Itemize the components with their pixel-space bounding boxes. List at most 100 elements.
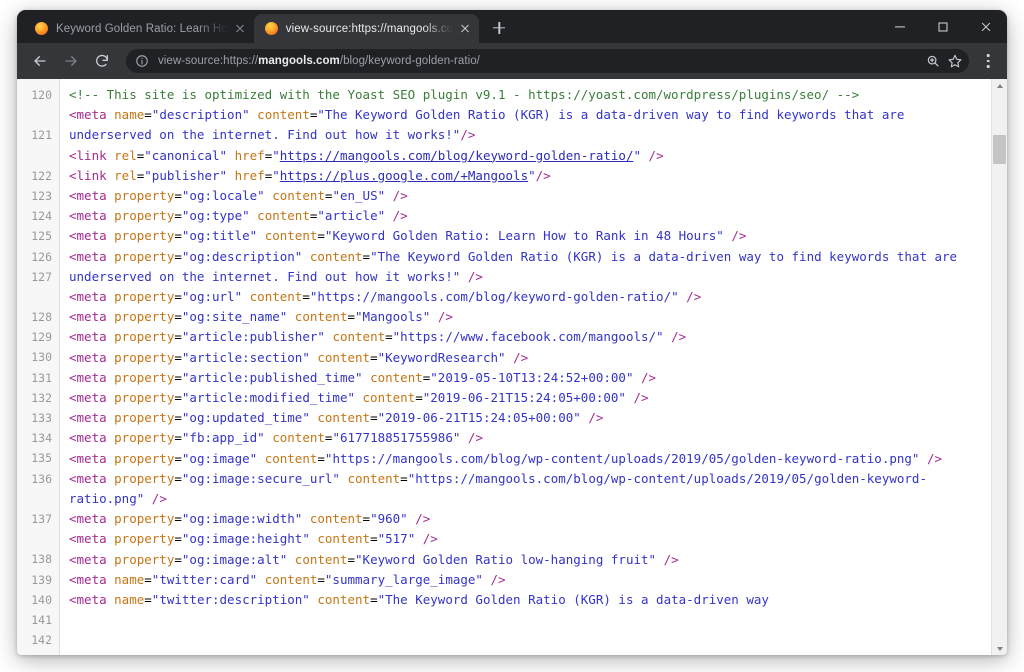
code-token-tag: /> <box>513 349 529 365</box>
code-token-val: "Mangools" <box>355 309 431 325</box>
code-token-punct: = <box>370 592 378 608</box>
code-token-attr: content <box>257 107 310 123</box>
omnibox-actions <box>921 51 965 71</box>
star-icon[interactable] <box>945 51 965 71</box>
code-token-attr: name <box>114 592 145 608</box>
code-token-tag: /> <box>663 551 679 567</box>
code-token-val: "article:section" <box>181 349 310 365</box>
line-number: 120 <box>31 88 52 102</box>
minimize-window-button[interactable] <box>878 10 921 43</box>
vertical-scrollbar[interactable] <box>991 79 1007 655</box>
maximize-window-button[interactable] <box>921 10 964 43</box>
code-token-tag: <meta <box>69 551 115 567</box>
code-token-val: "KeywordResearch" <box>377 349 506 365</box>
back-icon[interactable] <box>27 48 53 74</box>
code-token-tag: /> <box>392 208 408 224</box>
code-token-tag: <meta <box>69 450 115 466</box>
code-token-val: "og:locale" <box>181 188 265 204</box>
code-token-link[interactable]: https://plus.google.com/+Mangools <box>280 168 528 183</box>
code-token-attr: content <box>264 571 318 587</box>
code-token-tag: <meta <box>69 228 115 244</box>
code-token-val: " <box>272 167 280 183</box>
code-token-attr: content <box>309 248 363 264</box>
code-token-val: "summary_large_image" <box>324 571 483 587</box>
code-token-tag: /> <box>671 329 687 345</box>
address-bar[interactable]: view-source:https://mangools.com/blog/ke… <box>126 49 969 73</box>
code-token-comment: <!-- This site is optimized with the Yoa… <box>69 87 860 102</box>
source-code-area[interactable]: <!-- This site is optimized with the Yoa… <box>60 79 991 655</box>
close-tab-icon[interactable] <box>232 21 248 37</box>
forward-icon[interactable] <box>58 48 84 74</box>
code-token-attr: property <box>114 369 175 385</box>
code-token-tag: <meta <box>69 430 115 446</box>
code-token-link[interactable]: https://mangools.com/blog/keyword-golden… <box>280 148 634 163</box>
line-number: 124 <box>31 209 52 224</box>
line-number: 125 <box>31 229 52 244</box>
code-token-tag: /> <box>648 147 664 163</box>
code-token-attr: content <box>264 228 318 244</box>
code-token-val: "2019-05-10T13:24:52+00:00" <box>430 369 634 385</box>
code-token-tag: <meta <box>69 592 115 608</box>
code-token-val: "canonical" <box>144 147 228 163</box>
new-tab-button[interactable] <box>485 14 513 42</box>
line-number: 136 <box>31 471 52 486</box>
source-line: <meta property="og:image:alt" content="K… <box>69 550 979 570</box>
close-tab-icon[interactable] <box>457 21 473 37</box>
code-token-tag: /> <box>686 289 702 305</box>
code-token-val: "twitter:description" <box>151 592 310 608</box>
code-token-attr: name <box>114 107 145 123</box>
source-line: <meta property="og:title" content="Keywo… <box>69 226 979 246</box>
tab-title: Keyword Golden Ratio: Learn Ho <box>56 22 228 35</box>
code-token-punct: = <box>174 329 182 345</box>
code-token-tag: <meta <box>69 531 115 547</box>
source-line: <meta property="fb:app_id" content="6177… <box>69 428 979 448</box>
info-icon[interactable] <box>135 54 149 68</box>
code-token-punct: = <box>362 248 371 264</box>
code-token-val: "article:published_time" <box>181 369 363 385</box>
browser-tab-1[interactable]: Keyword Golden Ratio: Learn Ho <box>24 14 254 43</box>
close-window-button[interactable] <box>964 10 1007 43</box>
code-token-punct: = <box>174 551 182 567</box>
code-token-attr: property <box>114 188 175 204</box>
code-token-val: "og:image:height" <box>181 531 310 547</box>
code-token-val: "Keyword Golden Ratio low-hanging fruit" <box>355 551 657 567</box>
source-line: <meta property="og:type" content="articl… <box>69 206 979 226</box>
line-number: 130 <box>31 350 52 365</box>
browser-tab-2[interactable]: view-source:https://mangools.co <box>253 14 480 43</box>
code-token-attr: property <box>114 248 175 264</box>
scrollbar-thumb[interactable] <box>993 135 1006 164</box>
code-token-attr: content <box>317 410 371 426</box>
zoom-in-icon[interactable] <box>923 51 943 71</box>
line-number: 126 <box>31 249 52 264</box>
source-line: <meta name="twitter:card" content="summa… <box>69 570 979 590</box>
reload-icon[interactable] <box>89 48 115 74</box>
source-line: <meta property="article:published_time" … <box>69 368 979 388</box>
code-token-punct: = <box>174 228 182 244</box>
scroll-up-arrow-icon[interactable] <box>992 79 1007 94</box>
code-token-val: "article" <box>317 208 386 224</box>
code-token-punct: = <box>174 430 182 446</box>
source-line: <!-- This site is optimized with the Yoa… <box>69 85 979 105</box>
line-number: 133 <box>31 411 52 425</box>
source-line: <meta name="description" content="The Ke… <box>69 105 979 145</box>
scroll-down-arrow-icon[interactable] <box>992 640 1007 655</box>
line-number: 134 <box>31 431 52 446</box>
code-token-punct: = <box>362 511 371 527</box>
code-token-attr: content <box>332 329 386 345</box>
three-dot-menu-icon[interactable] <box>975 48 1001 74</box>
page-viewport: 120 121 122 123 124 125 126 127 128 129 130 131 132 1… <box>17 79 1007 655</box>
code-token-punct: = <box>370 531 378 547</box>
window-controls <box>878 10 1007 43</box>
code-token-tag: <meta <box>69 329 115 345</box>
tab-title: view-source:https://mangools.co <box>285 22 454 35</box>
code-token-attr: property <box>114 551 175 567</box>
code-token-tag: /> <box>467 268 483 284</box>
code-token-val: "The Keyword Golden Ratio (KGR) is a dat… <box>377 592 769 608</box>
